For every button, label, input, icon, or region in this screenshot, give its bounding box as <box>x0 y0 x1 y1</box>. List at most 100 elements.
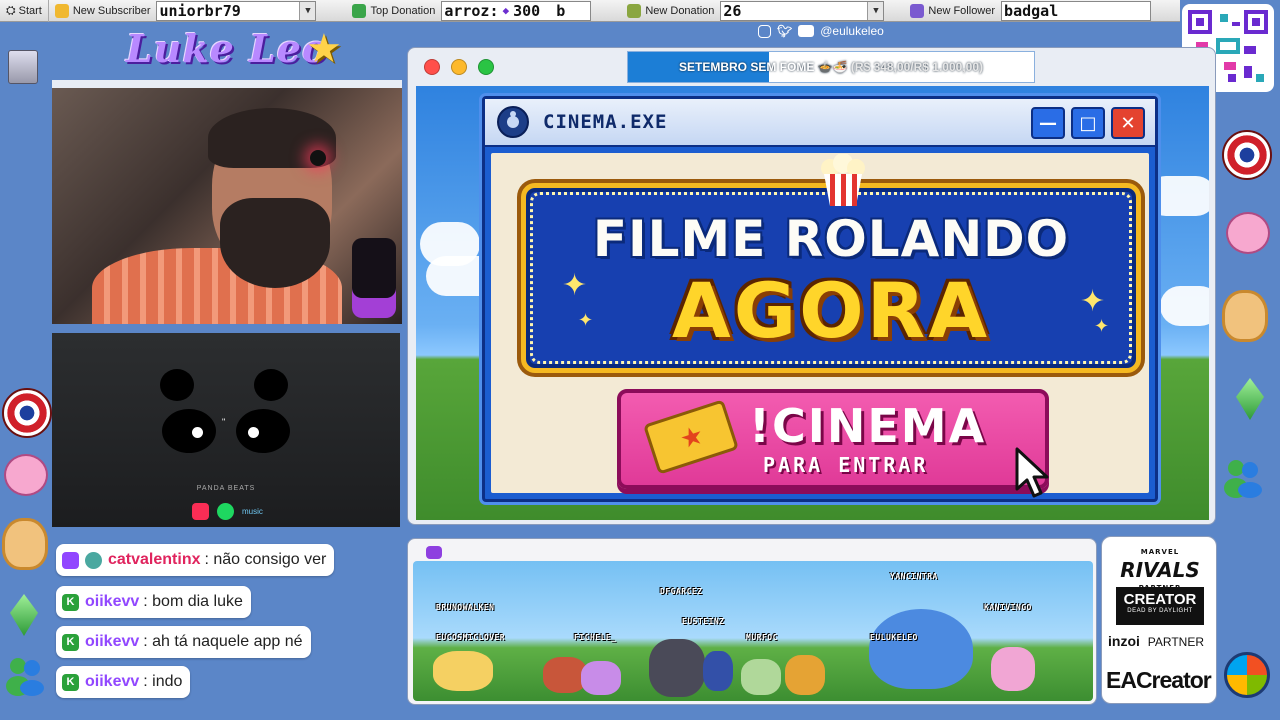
panda-beats-panel: " PANDA BEATS music <box>52 333 400 527</box>
partner-badges: MARVEL RIVALS PARTNER CREATOR DEAD BY DA… <box>1101 536 1217 704</box>
marquee-line-2: AGORA <box>671 266 991 355</box>
viewer-avatars-scene <box>413 561 1093 701</box>
cloud <box>1160 286 1209 326</box>
spotify-icon[interactable] <box>217 503 234 520</box>
minimize-button[interactable]: — <box>1031 107 1065 139</box>
new-follower-label: New Follower <box>904 0 1001 22</box>
panda-eye <box>236 409 290 453</box>
windows-start-orb-icon[interactable] <box>1224 652 1270 698</box>
cinema-titlebar: CINEMA.EXE — □ ✕ <box>485 99 1155 147</box>
cinema-command-subtitle: PARA ENTRAR <box>763 453 929 477</box>
social-handle: @eulukeleo <box>820 24 884 38</box>
jigglypuff-icon <box>1226 212 1270 254</box>
start-icon: ⛭ <box>6 3 16 17</box>
viewer-name: EUSTEINZ <box>682 617 725 626</box>
zoom-dot-icon[interactable] <box>478 59 494 75</box>
viewer-name: DFGARCEZ <box>660 587 703 596</box>
chat-username[interactable]: catvalentinx <box>108 551 200 569</box>
ring-light <box>310 150 326 166</box>
new-donation-label: New Donation <box>621 0 720 22</box>
top-donation-label: Top Donation <box>346 0 441 22</box>
donation-icon <box>352 3 367 18</box>
wailord-avatar <box>869 609 973 689</box>
cursor-icon <box>1015 447 1049 498</box>
chat-message: K oiikevv : ah tá naquele app né <box>56 626 311 658</box>
lucario-avatar <box>703 651 733 691</box>
webcam-feed <box>52 88 402 324</box>
chat-message: K oiikevv : bom dia luke <box>56 586 251 618</box>
chat-text: : bom dia luke <box>143 593 243 610</box>
close-button[interactable]: ✕ <box>1111 107 1145 139</box>
user-badge-icon <box>85 551 102 569</box>
panda-eye <box>162 409 216 453</box>
cinema-title: CINEMA.EXE <box>543 111 668 133</box>
start-button[interactable]: ⛭ Start <box>0 0 49 22</box>
cinema-command-button[interactable]: ★ !CINEMA PARA ENTRAR <box>617 389 1049 498</box>
plumbob-crystal-icon <box>10 594 38 636</box>
chat-panel: catvalentinx : não consigo ver K oiikevv… <box>52 534 398 704</box>
chat-bubble-icon <box>426 546 442 559</box>
top-donation-field[interactable]: arroz: ◆ 300 b <box>441 0 592 21</box>
captain-shield-icon <box>1222 130 1272 180</box>
close-dot-icon[interactable] <box>424 59 440 75</box>
maximize-button[interactable]: □ <box>1071 107 1105 139</box>
chat-text: : não consigo ver <box>204 551 327 568</box>
msn-buddy-icon <box>1220 458 1264 498</box>
ea-creator-badge: EACreator <box>1106 667 1212 693</box>
chat-username[interactable]: oiikevv <box>85 633 139 651</box>
viewer-name: EUCOSMICLOVER <box>436 633 506 642</box>
jigglypuff-icon <box>4 454 48 496</box>
inzoi-partner-badge: inzoi PARTNER <box>1108 633 1205 649</box>
chat-username[interactable]: oiikevv <box>85 593 139 611</box>
donation-goal-bar: SETEMBRO SEM FOME 🍲🍜 (R$ 348,00/R$ 1.000… <box>627 51 1035 83</box>
follower-icon <box>910 3 925 18</box>
star-icon: ★ <box>306 27 342 71</box>
panda-ear <box>254 369 288 401</box>
lumpy-avatar <box>581 661 621 695</box>
pangoro-avatar <box>649 639 705 697</box>
chat-text: : ah tá naquele app né <box>143 633 303 650</box>
new-subscriber-label: New Subscriber <box>49 0 157 22</box>
chevron-down-icon[interactable]: ▼ <box>299 1 316 20</box>
chat-message: K oiikevv : indo <box>56 666 191 698</box>
ninetales-avatar <box>433 651 493 691</box>
new-follower-field[interactable]: badgal <box>1001 0 1152 21</box>
donation-goal-text: SETEMBRO SEM FOME 🍲🍜 (R$ 348,00/R$ 1.000… <box>678 60 983 74</box>
minimize-dot-icon[interactable] <box>451 59 467 75</box>
new-donation-field[interactable]: 26 ▼ <box>720 0 885 21</box>
viewer-name: EULUKELEO <box>870 633 918 642</box>
cinema-body: ✦ ✦ ✦ ✦ FILME ROLANDO AGORA ★ !CINEMA PA… <box>491 153 1149 498</box>
money-icon <box>627 3 642 18</box>
streamer-beard <box>220 198 330 288</box>
plumbob-crystal-icon <box>1236 378 1264 420</box>
marquee-line-1: FILME ROLANDO <box>592 210 1070 268</box>
panda-nose: " <box>222 417 226 427</box>
amazon-music-icon[interactable]: music <box>242 503 263 520</box>
viewer-name: FICHELE_ <box>574 633 617 642</box>
captain-shield-icon <box>2 388 52 438</box>
panda-ear <box>160 369 194 401</box>
subscriber-field[interactable]: uniorbr79 ▼ <box>156 0 317 21</box>
viewer-name: MURFOC <box>746 633 778 642</box>
kick-icon: K <box>62 673 79 691</box>
kick-icon: K <box>62 633 79 651</box>
twitter-icon: 🐦︎ <box>777 24 793 38</box>
now-playing-marquee: ✦ ✦ ✦ ✦ FILME ROLANDO AGORA <box>521 154 1141 373</box>
chat-username[interactable]: oiikevv <box>85 673 139 691</box>
kick-icon: K <box>62 593 79 611</box>
apple-music-icon[interactable] <box>192 503 209 520</box>
viewer-avatars-panel: BRUNOWALKEN EUCOSMICLOVER FICHELE_ DFGAR… <box>407 538 1097 705</box>
viewer-name: KANIVINGO <box>984 603 1032 612</box>
twitch-icon <box>62 551 79 569</box>
viewer-name: YANCINTRA <box>890 572 938 581</box>
drop-icon: ◆ <box>502 4 510 17</box>
viewer-name: BRUNOWALKEN <box>436 603 495 612</box>
window-controls <box>424 59 494 75</box>
recycle-bin-icon[interactable] <box>8 50 38 84</box>
chevron-down-icon[interactable]: ▼ <box>867 1 884 20</box>
instagram-icon <box>758 24 771 38</box>
cinema-window-buttons: — □ ✕ <box>1031 107 1145 139</box>
webcam-titlebar <box>52 80 402 93</box>
rowlet-avatar <box>741 659 781 695</box>
blonde-character-icon <box>2 518 48 570</box>
